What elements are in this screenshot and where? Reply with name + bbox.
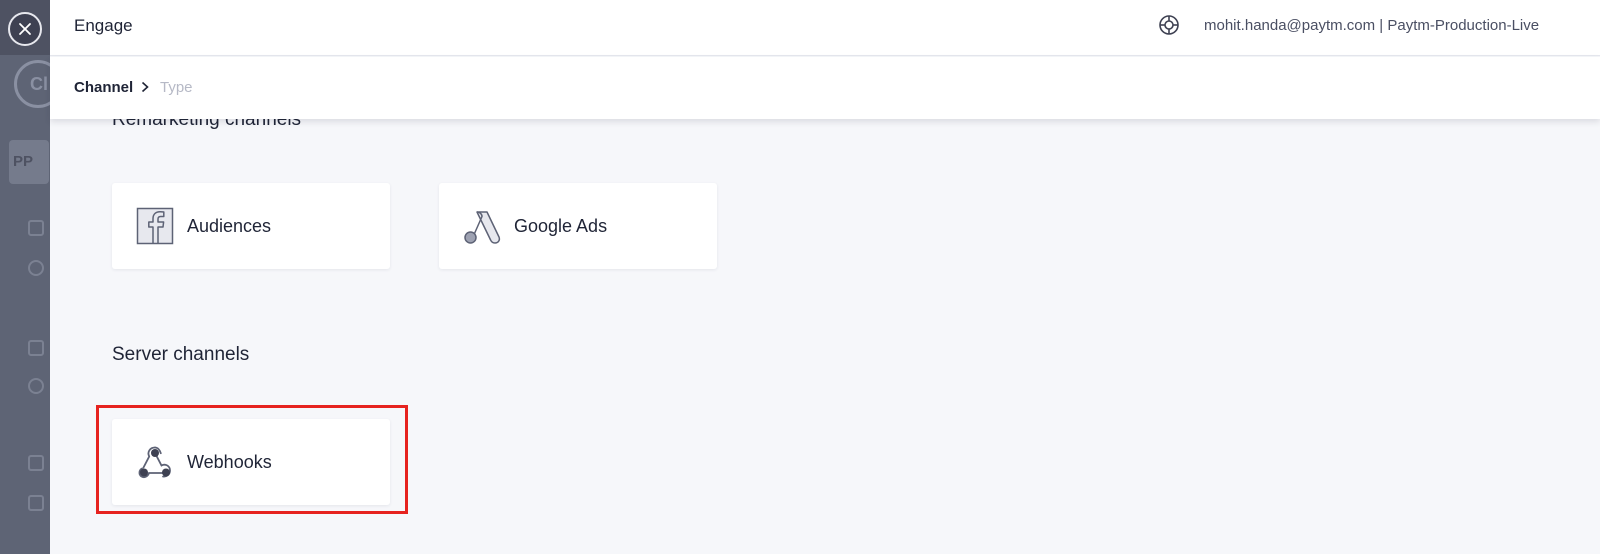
channel-card-label: Google Ads	[514, 216, 608, 236]
engage-drawer: Remarketing channels Audiences Google Ad…	[50, 0, 1600, 554]
backdrop-avatar-initials: PP	[13, 153, 34, 170]
backdrop-logo-text: Cl	[30, 74, 48, 94]
webhook-icon	[138, 446, 171, 479]
drawer-header: Engage mohit.handa@paytm.com | Paytm-Pro…	[50, 0, 1600, 56]
breadcrumb-channel[interactable]: Channel	[74, 79, 133, 96]
breadcrumb: Channel Type	[50, 57, 1600, 119]
channel-card-audiences[interactable]: Audiences	[112, 183, 390, 269]
backdrop-nav-icon	[28, 340, 44, 356]
account-info[interactable]: mohit.handa@paytm.com | Paytm-Production…	[1204, 17, 1539, 34]
channel-card-google-ads[interactable]: Google Ads	[439, 183, 717, 269]
chevron-right-icon	[141, 81, 149, 93]
close-icon	[19, 23, 31, 35]
channel-card-label: Webhooks	[187, 452, 272, 472]
backdrop-nav-icon	[28, 495, 44, 511]
breadcrumb-type: Type	[160, 79, 193, 96]
channel-card-webhooks[interactable]: Webhooks	[112, 419, 390, 505]
backdrop-nav-icon	[28, 220, 44, 236]
backdrop-nav-icon	[28, 455, 44, 471]
help-lifebuoy-icon[interactable]	[1158, 14, 1180, 36]
channel-card-label: Audiences	[187, 216, 272, 236]
google-ads-icon	[464, 211, 501, 244]
backdrop-nav-icon	[28, 378, 44, 394]
backdrop-nav-icon	[28, 260, 44, 276]
page-title: Engage	[74, 16, 133, 35]
close-button[interactable]	[8, 12, 42, 46]
section-title-server: Server channels	[112, 344, 250, 365]
facebook-icon	[136, 207, 174, 245]
